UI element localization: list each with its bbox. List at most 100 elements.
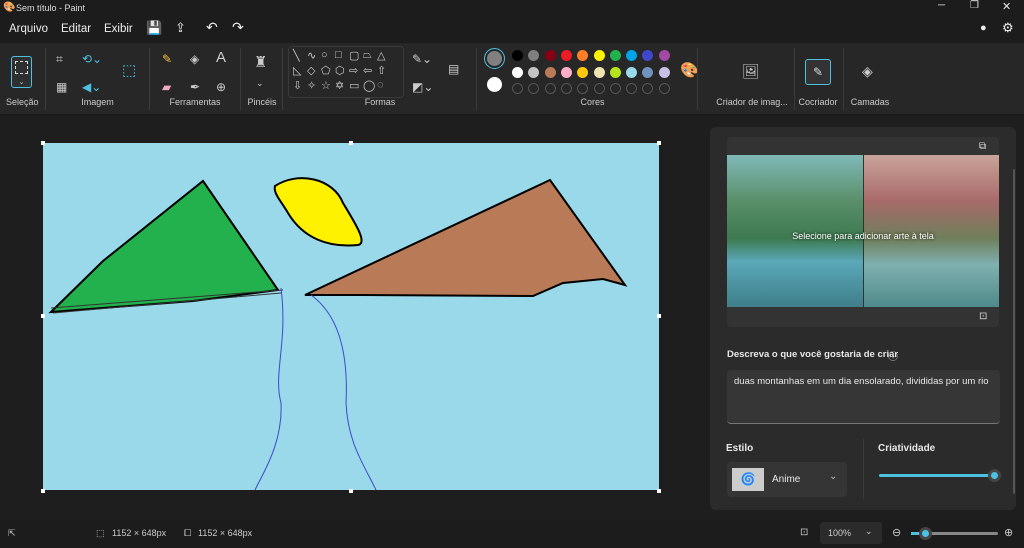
color-swatch[interactable] xyxy=(626,66,638,78)
drawing-canvas[interactable] xyxy=(43,143,659,491)
layers-icon[interactable]: ◈ xyxy=(862,64,873,78)
color-swatch[interactable] xyxy=(544,50,556,61)
info-icon[interactable]: ⓘ xyxy=(888,348,898,363)
shape-layout-icon[interactable]: ▤ xyxy=(448,62,459,76)
color-swatch[interactable] xyxy=(609,50,621,61)
shape-option[interactable]: ◯ xyxy=(363,79,377,94)
shape-option[interactable]: □ xyxy=(335,49,349,64)
shape-option[interactable]: ○ xyxy=(321,49,335,64)
shape-option[interactable]: ⇦ xyxy=(363,64,377,79)
shape-option[interactable]: ▢ xyxy=(349,49,363,64)
resize-handle[interactable] xyxy=(41,489,45,493)
shape-option[interactable]: ⬠ xyxy=(321,64,335,79)
fit-to-window-icon[interactable]: ⊡ xyxy=(800,527,808,538)
outline-icon[interactable]: ✎⌄ xyxy=(412,52,432,66)
color-swatch[interactable] xyxy=(609,66,621,78)
profile-icon[interactable]: ● xyxy=(980,22,987,34)
image-creator-icon[interactable]: 🖼 xyxy=(742,64,760,78)
shape-option[interactable]: ⇩ xyxy=(293,79,307,94)
color-picker-icon[interactable]: ✒ xyxy=(190,80,200,94)
edit-colors-icon[interactable]: 🎨 xyxy=(680,63,699,78)
rotate-icon[interactable]: ⟲⌄ xyxy=(82,52,102,66)
menu-file[interactable]: Arquivo xyxy=(9,23,48,35)
resize-handle[interactable] xyxy=(657,489,661,493)
style-dropdown[interactable]: 🌀 Anime ⌄ xyxy=(727,462,847,497)
color-swatch[interactable] xyxy=(560,66,572,78)
brush-icon[interactable]: ♜ xyxy=(254,55,267,70)
custom-color-slot[interactable] xyxy=(560,83,572,94)
menu-edit[interactable]: Editar xyxy=(61,23,91,35)
crop-icon[interactable]: ⌗ xyxy=(56,52,63,66)
resize-handle[interactable] xyxy=(657,141,661,145)
shape-option[interactable]: ✡ xyxy=(335,79,349,94)
shape-option[interactable]: ⏢ xyxy=(363,49,377,64)
cocreator-button[interactable]: ✎ xyxy=(805,59,831,85)
share-icon[interactable]: ⇪ xyxy=(175,20,186,36)
flip-icon[interactable]: ◀⌄ xyxy=(82,80,101,94)
generated-image-preview[interactable]: Selecione para adicionar arte à tela ⧉ ⊡ xyxy=(727,137,999,327)
shape-option[interactable]: ⇨ xyxy=(349,64,363,79)
color-swatch[interactable] xyxy=(560,50,572,61)
undo-icon[interactable]: ↶ xyxy=(206,19,218,36)
color-swatch[interactable] xyxy=(512,50,523,61)
color-swatch[interactable] xyxy=(642,66,654,78)
panel-scrollbar[interactable] xyxy=(1013,169,1015,494)
color-swatch[interactable] xyxy=(544,66,556,78)
shape-option[interactable]: △ xyxy=(377,49,391,64)
save-icon[interactable]: 💾 xyxy=(146,20,162,36)
fill-icon[interactable]: ◩⌄ xyxy=(412,80,433,94)
resize-handle[interactable] xyxy=(41,141,45,145)
creativity-slider-thumb[interactable] xyxy=(988,469,1001,482)
custom-color-slot[interactable] xyxy=(609,83,621,94)
settings-gear-icon[interactable]: ⚙ xyxy=(1002,20,1014,36)
color-swatch[interactable] xyxy=(512,66,523,78)
pencil-icon[interactable]: ✎ xyxy=(162,52,172,66)
shape-option[interactable]: ✧ xyxy=(307,79,321,94)
secondary-color[interactable] xyxy=(487,77,502,92)
shape-option[interactable]: ◌ xyxy=(377,79,391,94)
shape-option[interactable]: ⬡ xyxy=(335,64,349,79)
minimize-button[interactable]: ─ xyxy=(938,0,945,11)
resize-handle[interactable] xyxy=(41,314,45,318)
magnifier-icon[interactable]: ⊕ xyxy=(216,80,226,94)
zoom-out-icon[interactable]: ⊖ xyxy=(892,526,901,539)
shape-option[interactable]: ⇧ xyxy=(377,64,391,79)
zoom-in-icon[interactable]: ⊕ xyxy=(1004,526,1013,539)
maximize-button[interactable]: ❐ xyxy=(970,0,979,11)
menu-view[interactable]: Exibir xyxy=(104,23,133,35)
shape-option[interactable]: ╲ xyxy=(293,49,307,64)
resize-icon[interactable]: ▦ xyxy=(56,80,67,94)
text-icon[interactable]: A xyxy=(216,50,226,65)
resize-handle[interactable] xyxy=(657,314,661,318)
selection-tool-button[interactable]: ⌄ xyxy=(11,56,32,88)
color-swatch[interactable] xyxy=(593,66,605,78)
close-button[interactable]: ✕ xyxy=(1002,0,1011,13)
color-swatch[interactable] xyxy=(658,50,670,61)
shape-option[interactable]: ◺ xyxy=(293,64,307,79)
creativity-slider[interactable] xyxy=(879,474,994,477)
custom-color-slot[interactable] xyxy=(544,83,556,94)
color-swatch[interactable] xyxy=(593,50,605,61)
redo-icon[interactable]: ↷ xyxy=(232,19,244,36)
resize-handle[interactable] xyxy=(349,489,353,493)
brushes-dropdown-icon[interactable]: ⌄ xyxy=(256,76,264,90)
image-select-icon[interactable]: ⬚ xyxy=(122,63,136,78)
custom-color-slot[interactable] xyxy=(658,83,670,94)
shape-option[interactable]: ∿ xyxy=(307,49,321,64)
eraser-icon[interactable]: ▰ xyxy=(162,80,171,94)
zoom-slider-thumb[interactable] xyxy=(919,527,932,540)
color-swatch[interactable] xyxy=(577,66,589,78)
custom-color-slot[interactable] xyxy=(593,83,605,94)
zoom-dropdown[interactable]: 100% ⌄ xyxy=(820,522,882,544)
add-to-canvas-icon[interactable]: ⊡ xyxy=(979,311,987,322)
color-swatch[interactable] xyxy=(528,66,540,78)
resize-handle[interactable] xyxy=(349,141,353,145)
shape-option[interactable]: ▭ xyxy=(349,79,363,94)
prompt-input[interactable]: duas montanhas em um dia ensolarado, div… xyxy=(727,370,1000,424)
primary-color[interactable] xyxy=(484,48,505,69)
shape-option[interactable]: ◇ xyxy=(307,64,321,79)
color-swatch[interactable] xyxy=(658,66,670,78)
fill-bucket-icon[interactable]: ◈ xyxy=(190,52,199,66)
custom-color-slot[interactable] xyxy=(512,83,523,94)
shape-option[interactable]: ☆ xyxy=(321,79,335,94)
